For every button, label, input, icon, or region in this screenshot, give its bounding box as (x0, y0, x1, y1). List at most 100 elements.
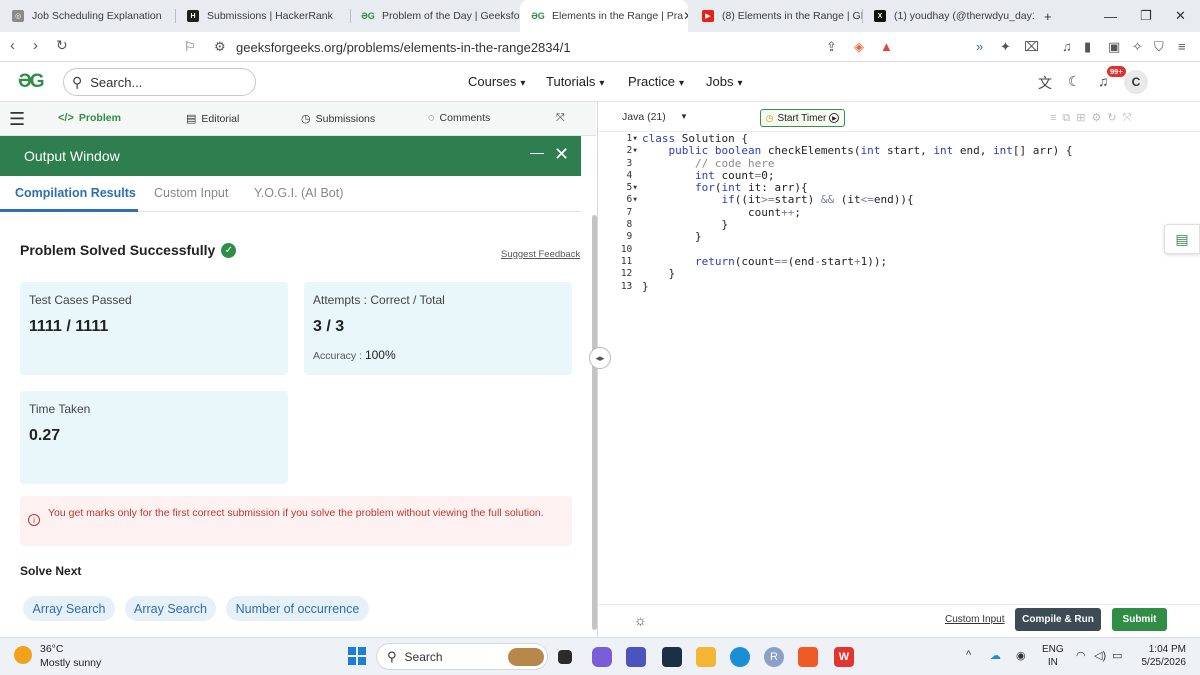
tab-compilation-results[interactable]: Compilation Results (15, 186, 136, 200)
browser-tab-0[interactable]: ◎ Job Scheduling Explanation (0, 0, 175, 32)
wifi-icon[interactable]: ◠ (1076, 649, 1086, 662)
notification-badge: 99+ (1107, 66, 1126, 77)
close-icon[interactable]: ✕ (554, 144, 569, 165)
nav-courses[interactable]: Courses ▾ (468, 74, 525, 89)
solve-next-chip[interactable]: Array Search (23, 596, 115, 621)
file-explorer-icon[interactable] (696, 647, 716, 667)
notification-bell-icon[interactable]: ♫ (1098, 73, 1109, 89)
translate-icon[interactable]: ⌧ (1024, 39, 1039, 55)
music-icon[interactable]: ♫ (1062, 39, 1072, 54)
browser-tab-4[interactable]: ▶ (8) Elements in the Range | GFG (690, 0, 862, 32)
language-icon[interactable]: 文 (1038, 73, 1052, 93)
browser-tab-2[interactable]: ƏG Problem of the Day | GeeksforGe (350, 0, 520, 32)
browser-tab-1[interactable]: H Submissions | HackerRank (175, 0, 350, 32)
bookmark-icon[interactable]: ⚐ (184, 39, 196, 55)
wps-icon[interactable]: W (834, 647, 854, 667)
weather-temperature[interactable]: 36°C (40, 643, 63, 655)
solve-next-chip[interactable]: Number of occurrence (226, 596, 369, 621)
tab-problem[interactable]: </> Problem (58, 112, 121, 124)
solve-next-chip[interactable]: Array Search (125, 596, 216, 621)
compile-run-button[interactable]: Compile & Run (1015, 608, 1101, 631)
minimize-icon[interactable]: — (530, 144, 544, 160)
lightbulb-icon[interactable]: ☼ (634, 612, 647, 628)
test-cases-label: Test Cases Passed (29, 293, 132, 307)
edge-icon[interactable] (730, 647, 750, 667)
leo-icon[interactable]: ✧ (1132, 39, 1143, 55)
close-tab-icon[interactable]: ✕ (683, 9, 688, 23)
suggest-feedback-link[interactable]: Suggest Feedback (501, 249, 580, 260)
code-editor[interactable]: class Solution { public boolean checkEle… (642, 132, 1073, 293)
hamburger-menu-icon[interactable]: ☰ (9, 109, 25, 130)
chevron-down-icon: ▾ (520, 78, 526, 89)
editor-tool-icons[interactable]: ≡⧉⊞⚙↻⤧ (1050, 111, 1137, 125)
sidebar-icon[interactable]: ▮ (1084, 39, 1091, 55)
line-number: 6▾ (626, 194, 638, 206)
code-line[interactable]: } (642, 280, 1073, 293)
tab-submissions[interactable]: ◷ Submissions (301, 112, 375, 126)
input-language[interactable]: ENG IN (1042, 643, 1064, 669)
store-icon[interactable] (662, 647, 682, 667)
extensions-icon[interactable]: ✦ (1000, 39, 1011, 55)
read-aloud-icon[interactable]: » (976, 39, 983, 54)
weather-condition[interactable]: Mostly sunny (40, 657, 101, 669)
start-timer-button[interactable]: ◷ Start Timer ▶ (760, 109, 845, 127)
line-number: 13 (620, 280, 633, 292)
brave-shield-icon[interactable]: ◈ (854, 39, 864, 55)
r-app-icon[interactable]: R (764, 647, 784, 667)
brave-rewards-icon[interactable]: ▲ (880, 39, 893, 54)
code-line[interactable]: } (642, 218, 1073, 231)
code-line[interactable]: return(count==(end-start+1)); (642, 255, 1073, 268)
restore-window-icon[interactable]: ❐ (1140, 0, 1152, 32)
custom-input-link[interactable]: Custom Input (945, 614, 1004, 625)
share-icon[interactable]: ⇪ (826, 39, 837, 55)
onedrive-icon[interactable]: ☁ (990, 649, 1001, 662)
volume-icon[interactable]: ◁) (1094, 649, 1106, 662)
tab-comments[interactable]: ◌ Comments (428, 112, 490, 124)
wallet-icon[interactable]: ▣ (1108, 39, 1120, 55)
new-tab-button[interactable]: + (1044, 0, 1052, 32)
brave-icon[interactable] (798, 647, 818, 667)
chevron-down-icon[interactable]: ▼ (680, 112, 688, 121)
vpn-icon[interactable]: ⛉ (1154, 39, 1164, 55)
browser-tab-5[interactable]: X (1) youdhay (@therwdyu_day16) (862, 0, 1034, 32)
minimize-window-icon[interactable]: — (1104, 0, 1117, 32)
tray-chevron-up-icon[interactable]: ^ (966, 649, 971, 661)
url-field[interactable]: geeksforgeeks.org/problems/elements-in-t… (236, 40, 571, 55)
copilot-icon[interactable] (592, 647, 612, 667)
tab-yogi-ai-bot[interactable]: Y.O.G.I. (AI Bot) (254, 186, 343, 200)
submit-button[interactable]: Submit (1112, 608, 1167, 631)
code-line[interactable]: } (642, 231, 1073, 244)
tray-app-icon[interactable]: ◉ (1016, 649, 1026, 662)
user-avatar[interactable]: C (1124, 70, 1148, 94)
browser-tab-active[interactable]: ƏG Elements in the Range | Pra ✕ (520, 0, 688, 32)
tab-editorial[interactable]: ▤ Editorial (186, 112, 239, 126)
windows-start-icon[interactable] (348, 647, 366, 665)
language-select[interactable]: Java (21) (622, 111, 666, 123)
code-line[interactable]: } (642, 267, 1073, 280)
back-icon[interactable]: ‹ (10, 37, 15, 54)
site-settings-icon[interactable]: ⚙ (214, 39, 226, 55)
system-clock[interactable]: 1:04 PM 5/25/2026 (1120, 643, 1187, 669)
teams-icon[interactable] (626, 647, 646, 667)
close-window-icon[interactable]: ✕ (1175, 0, 1186, 32)
resize-handle-icon[interactable]: ◂▸ (589, 347, 611, 369)
play-icon: ▶ (829, 113, 840, 123)
line-number: 7 (626, 206, 633, 218)
site-search-input[interactable]: ⚲ Search... (63, 68, 256, 96)
forward-icon[interactable]: › (33, 37, 38, 54)
gfg-logo[interactable]: ƏG (18, 71, 45, 93)
nav-jobs[interactable]: Jobs ▾ (706, 74, 743, 89)
reload-icon[interactable]: ↻ (56, 37, 68, 54)
attempts-card: Attempts : Correct / Total 3 / 3 Accurac… (304, 282, 572, 375)
tab-custom-input[interactable]: Custom Input (154, 186, 228, 200)
code-line[interactable]: if((it>=start) && (it<=end)){ (642, 194, 1073, 207)
nav-practice[interactable]: Practice ▾ (628, 74, 684, 89)
dark-mode-icon[interactable]: ☾ (1068, 73, 1081, 90)
weather-sun-icon[interactable] (14, 646, 32, 664)
nav-tutorials[interactable]: Tutorials ▾ (546, 74, 604, 89)
expand-icon[interactable]: ⤧ (556, 112, 565, 125)
search-highlight-icon (508, 648, 544, 666)
menu-icon[interactable]: ≡ (1178, 39, 1186, 54)
task-view-icon[interactable] (558, 650, 572, 664)
chat-icon[interactable]: ▤ (1164, 224, 1200, 254)
